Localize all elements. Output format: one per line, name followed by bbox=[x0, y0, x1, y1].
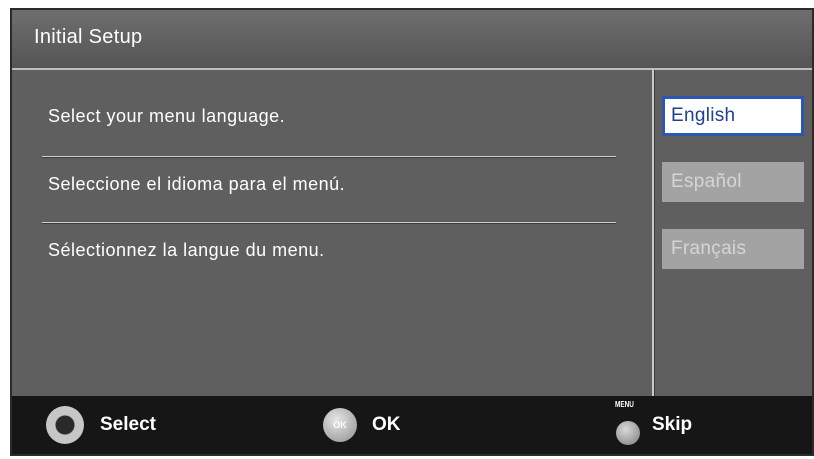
message-divider bbox=[42, 222, 616, 224]
menu-button-icon bbox=[616, 421, 640, 445]
message-french: Sélectionnez la langue du menu. bbox=[48, 240, 325, 260]
button-guide-bar: Select OK OK MENU Skip bbox=[12, 396, 812, 454]
language-option-french[interactable]: Français bbox=[662, 229, 804, 269]
select-hint-label: Select bbox=[100, 414, 156, 435]
language-option-english[interactable]: English bbox=[662, 96, 804, 136]
initial-setup-dialog: Initial Setup Select your menu language.… bbox=[10, 8, 814, 456]
message-spanish: Seleccione el idioma para el menú. bbox=[48, 174, 346, 194]
ok-button-icon: OK bbox=[323, 408, 357, 442]
language-list: English Español Français bbox=[662, 70, 812, 397]
title-bar: Initial Setup bbox=[12, 10, 812, 70]
ok-hint-label: OK bbox=[372, 414, 401, 435]
dpad-icon bbox=[46, 406, 84, 444]
vertical-divider bbox=[652, 70, 654, 397]
skip-hint-label: Skip bbox=[652, 414, 693, 435]
message-panel: Select your menu language. Seleccione el… bbox=[12, 70, 652, 397]
menu-caption: MENU bbox=[615, 400, 634, 409]
page-title: Initial Setup bbox=[34, 26, 143, 48]
message-divider bbox=[42, 156, 616, 158]
language-option-spanish[interactable]: Español bbox=[662, 162, 804, 202]
message-english: Select your menu language. bbox=[48, 106, 286, 126]
